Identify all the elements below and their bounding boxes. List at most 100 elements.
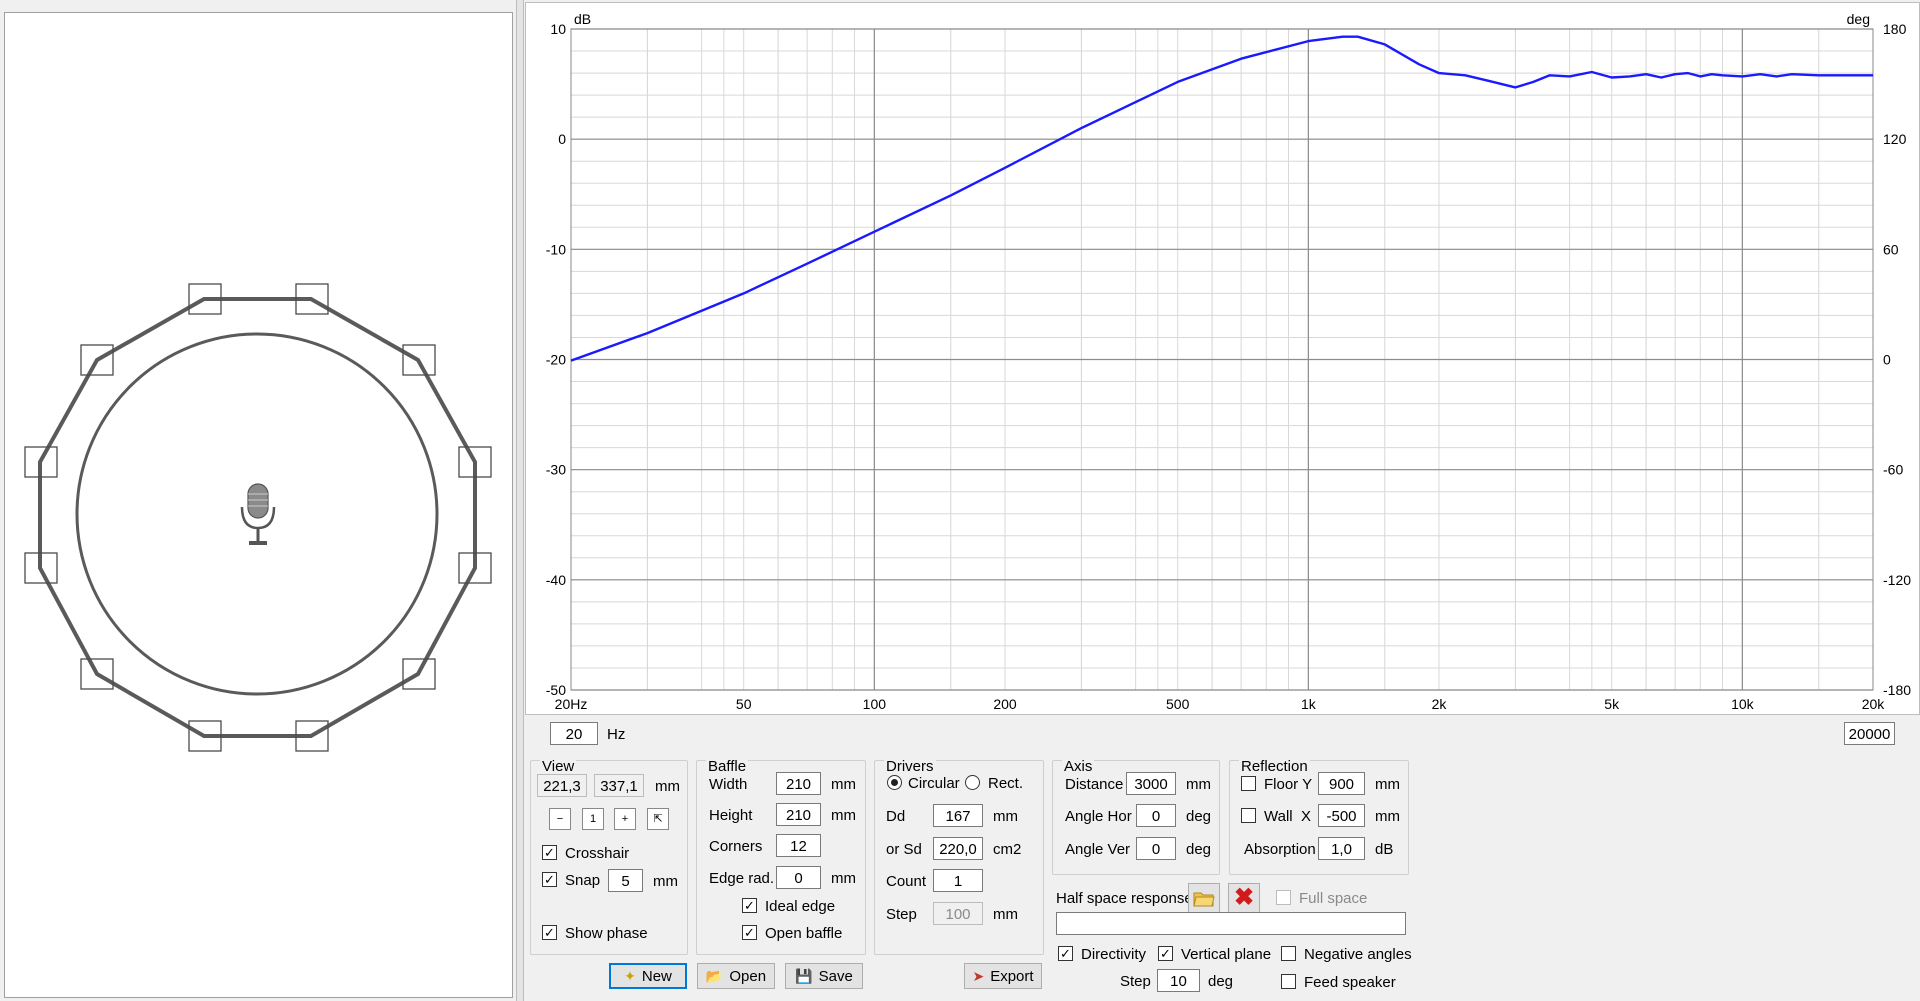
wall-checkbox[interactable] [1241,808,1256,823]
y-right-tick-label: 120 [1883,131,1907,147]
snap-unit: mm [653,873,678,890]
height-input[interactable]: 210 [776,803,821,826]
angle-ver-label: Angle Ver [1065,841,1131,858]
edge-radius-label: Edge rad. [709,870,775,887]
y-tick-label: -40 [546,572,566,588]
width-unit: mm [831,776,856,793]
vertical-plane-label: Vertical plane [1181,946,1272,963]
y-right-tick-label: -180 [1883,682,1911,698]
reflection-group-title: Reflection [1239,758,1310,775]
edge-radius-input[interactable]: 0 [776,866,821,889]
new-button[interactable]: ✦ New [609,963,687,989]
sd-label: or Sd [886,841,922,858]
wall-unit: mm [1375,808,1400,825]
baffle-drawing[interactable] [5,13,512,997]
full-space-label: Full space [1299,890,1368,907]
show-phase-checkbox[interactable]: ✓ [542,925,557,940]
zoom-in-icon[interactable]: + [614,808,636,830]
zoom-reset-icon[interactable]: 1 [582,808,604,830]
feed-speaker-checkbox[interactable] [1281,974,1296,989]
y-right-tick-label: 60 [1883,241,1899,257]
directivity-checkbox[interactable]: ✓ [1058,946,1073,961]
width-input[interactable]: 210 [776,772,821,795]
wall-input[interactable]: -500 [1318,804,1365,827]
feed-speaker-label: Feed speaker [1304,974,1396,991]
open-button[interactable]: 📂 Open [697,963,775,989]
x-tick-label: 5k [1604,696,1620,712]
angle-hor-unit: deg [1186,808,1212,825]
drivers-group-title: Drivers [884,758,936,775]
x-tick-label: 20k [1862,696,1886,712]
export-icon: ➤ [972,968,985,984]
x-tick-label: 500 [1166,696,1190,712]
absorption-input[interactable]: 1,0 [1318,837,1365,860]
y-unit-label: dB [574,11,591,27]
y-right-tick-label: 180 [1883,21,1907,37]
y-right-tick-label: 0 [1883,352,1891,368]
distance-unit: mm [1186,776,1211,793]
zoom-fit-icon[interactable]: ⇱ [647,808,669,830]
half-space-path-input[interactable] [1056,912,1406,935]
distance-input[interactable]: 3000 [1126,772,1176,795]
x-tick-label: 1k [1301,696,1317,712]
open-folder-icon[interactable] [1188,883,1220,913]
x-tick-label: 50 [736,696,752,712]
sd-input[interactable]: 220,0 [933,837,983,860]
y-tick-label: -20 [546,352,566,368]
angle-ver-input[interactable]: 0 [1136,837,1176,860]
width-label: Width [709,776,748,793]
driver-step-unit: mm [993,906,1018,923]
vertical-plane-checkbox[interactable]: ✓ [1158,946,1173,961]
cursor-y-readout: 337,1 [594,774,644,797]
snap-input[interactable]: 5 [608,869,643,892]
sd-unit: cm2 [993,841,1022,858]
panel-splitter[interactable] [516,0,524,1001]
y-right-tick-label: -120 [1883,572,1911,588]
floor-unit: mm [1375,776,1400,793]
directivity-step-input[interactable]: 10 [1157,969,1200,992]
x-tick-label: 200 [993,696,1017,712]
y-tick-label: 10 [550,21,566,37]
y-right-tick-label: -60 [1883,462,1903,478]
baffle-group-title: Baffle [706,758,749,775]
dd-label: Dd [886,808,906,825]
save-button-label: Save [818,968,853,985]
floor-checkbox[interactable] [1241,776,1256,791]
zoom-out-icon[interactable]: − [549,808,571,830]
response-curve [570,35,1873,362]
circular-radio[interactable] [887,775,902,790]
export-button-label: Export [990,968,1034,985]
cursor-x-readout: 221,3 [537,774,587,797]
snap-checkbox[interactable]: ✓ [542,872,557,887]
freq-max-input[interactable]: 20000 [1844,722,1895,745]
crosshair-checkbox[interactable]: ✓ [542,845,557,860]
dd-input[interactable]: 167 [933,804,983,827]
angle-hor-input[interactable]: 0 [1136,804,1176,827]
corners-input[interactable]: 12 [776,834,821,857]
directivity-step-label: Step [1120,973,1151,990]
view-group-title: View [540,758,577,775]
freq-min-input[interactable]: 20 [550,722,598,745]
corners-label: Corners [709,838,763,855]
baffle-view-canvas[interactable] [4,12,513,998]
export-button[interactable]: ➤ Export [964,963,1042,989]
save-button[interactable]: 💾 Save [785,963,863,989]
height-unit: mm [831,807,856,824]
floor-input[interactable]: 900 [1318,772,1365,795]
new-button-label: New [641,968,672,985]
show-phase-label: Show phase [565,925,648,942]
count-input[interactable]: 1 [933,869,983,892]
open-baffle-checkbox[interactable]: ✓ [742,925,757,940]
crosshair-label: Crosshair [565,845,630,862]
view-unit: mm [655,778,680,795]
frequency-response-plot[interactable]: 10 0 -10 -20 -30 -40 -50 180 120 60 0 -60 -120 -180 dB… [525,2,1920,715]
x-tick-label: 20Hz [555,696,588,712]
rect-radio[interactable] [965,775,980,790]
negative-angles-checkbox[interactable] [1281,946,1296,961]
clear-x-icon[interactable]: ✖ [1228,883,1260,913]
wall-label: Wall X [1264,808,1311,825]
edge-radius-unit: mm [831,870,856,887]
angle-ver-unit: deg [1186,841,1212,858]
absorption-label: Absorption [1244,841,1316,858]
ideal-edge-checkbox[interactable]: ✓ [742,898,757,913]
